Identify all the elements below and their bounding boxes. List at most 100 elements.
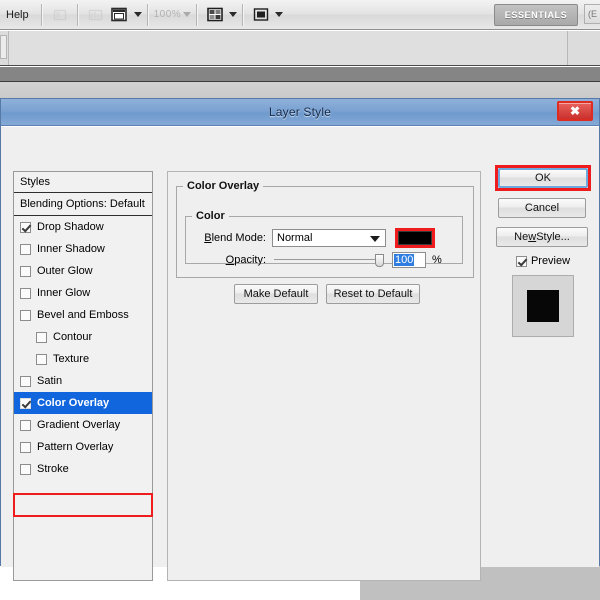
- preview-toggle-row[interactable]: Preview: [495, 255, 591, 267]
- ok-button-highlight: OK: [495, 165, 591, 191]
- style-item-satin[interactable]: Satin: [14, 370, 152, 392]
- style-item-contour[interactable]: Contour: [14, 326, 152, 348]
- menubar-separator-5: [242, 3, 245, 26]
- style-item-label: Stroke: [37, 463, 69, 475]
- opacity-slider[interactable]: [274, 253, 384, 267]
- opacity-input[interactable]: 100: [392, 252, 426, 268]
- style-item-color-overlay[interactable]: Color Overlay: [14, 392, 152, 414]
- menubar-separator-3: [146, 3, 149, 26]
- screen-mode-glyph: [253, 8, 268, 21]
- style-item-label: Pattern Overlay: [37, 441, 114, 453]
- cancel-button[interactable]: Cancel: [498, 198, 586, 218]
- color-subgroup-title: Color: [196, 210, 225, 222]
- overlay-color-swatch[interactable]: [398, 231, 432, 245]
- chevron-down-icon[interactable]: [370, 236, 380, 242]
- style-item-checkbox[interactable]: [20, 309, 31, 321]
- zoom-level-chevron-down-icon: [183, 12, 192, 17]
- style-item-checkbox[interactable]: [20, 397, 31, 409]
- style-item-pattern-overlay[interactable]: Pattern Overlay: [14, 436, 152, 458]
- dialog-title: Layer Style: [268, 105, 332, 119]
- make-default-button[interactable]: Make Default: [234, 284, 318, 304]
- dialog-titlebar[interactable]: Layer Style ✖: [1, 99, 599, 126]
- style-item-bevel-and-emboss[interactable]: Bevel and Emboss: [14, 304, 152, 326]
- style-item-checkbox[interactable]: [20, 441, 31, 453]
- bridge-disabled-glyph: [88, 9, 103, 20]
- color-overlay-settings-panel: Color Overlay Color Blend Mode: Normal O…: [167, 171, 481, 581]
- style-item-drop-shadow[interactable]: Drop Shadow: [14, 216, 152, 238]
- grid-layout-glyph: [207, 7, 224, 22]
- style-item-checkbox[interactable]: [20, 221, 31, 233]
- arrange-documents-icon[interactable]: [109, 5, 131, 25]
- blend-mode-row: Blend Mode: Normal: [186, 228, 456, 248]
- color-overlay-group-title: Color Overlay: [187, 180, 260, 192]
- arrange-documents-chevron-down-icon[interactable]: [133, 12, 142, 17]
- ok-button[interactable]: OK: [498, 168, 588, 188]
- opacity-value: 100: [394, 254, 415, 266]
- preview-checkbox[interactable]: [515, 255, 527, 267]
- style-item-label: Drop Shadow: [37, 221, 104, 233]
- opacity-slider-thumb[interactable]: [375, 254, 384, 267]
- canvas-dark-band: [0, 67, 600, 82]
- arrange-documents-glyph: [111, 7, 127, 22]
- reset-to-default-button[interactable]: Reset to Default: [326, 284, 420, 304]
- screen-mode-icon[interactable]: [250, 5, 272, 25]
- styles-effect-list: Drop Shadow Inner Shadow Outer Glow Inner G…: [14, 216, 152, 480]
- style-item-label: Bevel and Emboss: [37, 309, 129, 321]
- panel-left-nub: [0, 35, 7, 59]
- style-item-label: Texture: [53, 353, 90, 365]
- new-style-button[interactable]: Ne w Style...: [496, 227, 588, 247]
- document-tab-area[interactable]: [8, 31, 568, 65]
- style-item-checkbox[interactable]: [36, 331, 47, 343]
- style-item-inner-shadow[interactable]: Inner Shadow: [14, 238, 152, 260]
- style-item-checkbox[interactable]: [20, 287, 31, 299]
- menubar-separator-4: [196, 3, 199, 26]
- style-item-label: Outer Glow: [37, 265, 93, 277]
- style-item-stroke[interactable]: Stroke: [14, 458, 152, 480]
- grid-layout-icon[interactable]: [204, 5, 226, 25]
- style-item-checkbox[interactable]: [36, 353, 47, 365]
- screen-mode-disabled-glyph: [53, 9, 66, 20]
- menubar-separator-1: [40, 3, 43, 26]
- document-tab-strip: [0, 31, 600, 66]
- style-item-label: Inner Glow: [37, 287, 91, 299]
- close-icon[interactable]: ✖: [557, 101, 593, 121]
- layer-style-dialog: Layer Style ✖ Styles Blending Options: D…: [0, 98, 600, 581]
- preview-label: Preview: [530, 255, 571, 267]
- blending-options-row[interactable]: Blending Options: Default: [14, 193, 152, 216]
- workspace-essentials-button[interactable]: ESSENTIALS: [494, 4, 578, 26]
- style-item-gradient-overlay[interactable]: Gradient Overlay: [14, 414, 152, 436]
- photoshop-app-window: Help 100% ESSENTIALS (E Layer Style ✖ St…: [0, 0, 600, 600]
- blend-mode-value: Normal: [277, 232, 313, 244]
- style-item-checkbox[interactable]: [20, 265, 31, 277]
- menubar-separator-2: [76, 3, 79, 26]
- style-item-label: Inner Shadow: [37, 243, 105, 255]
- style-item-checkbox[interactable]: [20, 463, 31, 475]
- preview-swatch: [527, 290, 559, 322]
- grid-layout-chevron-down-icon[interactable]: [229, 12, 238, 17]
- opacity-unit: %: [432, 254, 442, 266]
- style-item-label: Contour: [53, 331, 93, 343]
- color-swatch-highlight: [395, 228, 435, 248]
- style-item-label: Gradient Overlay: [37, 419, 121, 431]
- dialog-action-column: OK Cancel Ne w Style... Preview: [495, 165, 591, 337]
- style-item-checkbox[interactable]: [20, 419, 31, 431]
- style-item-label: Color Overlay: [37, 397, 110, 409]
- workspace-overflow-button[interactable]: (E: [584, 4, 600, 24]
- style-preview-thumbnail: [512, 275, 574, 337]
- style-item-label: Satin: [37, 375, 63, 387]
- style-item-texture[interactable]: Texture: [14, 348, 152, 370]
- menu-help[interactable]: Help: [0, 6, 36, 24]
- opacity-label: Opacity:: [225, 254, 266, 266]
- color-subgroup: Color Blend Mode: Normal Opacity: 100 %: [185, 210, 463, 268]
- screen-mode-chevron-down-icon[interactable]: [275, 12, 284, 17]
- style-item-checkbox[interactable]: [20, 375, 31, 387]
- styles-panel-header[interactable]: Styles: [14, 172, 152, 193]
- blend-mode-select[interactable]: Normal: [272, 229, 386, 247]
- screen-mode-disabled-icon: [49, 5, 71, 25]
- color-overlay-group: Color Overlay Color Blend Mode: Normal O…: [176, 180, 474, 278]
- style-item-outer-glow[interactable]: Outer Glow: [14, 260, 152, 282]
- opacity-row: Opacity: 100 %: [186, 252, 456, 268]
- style-item-checkbox[interactable]: [20, 243, 31, 255]
- style-item-inner-glow[interactable]: Inner Glow: [14, 282, 152, 304]
- application-menubar: Help 100% ESSENTIALS (E: [0, 0, 600, 30]
